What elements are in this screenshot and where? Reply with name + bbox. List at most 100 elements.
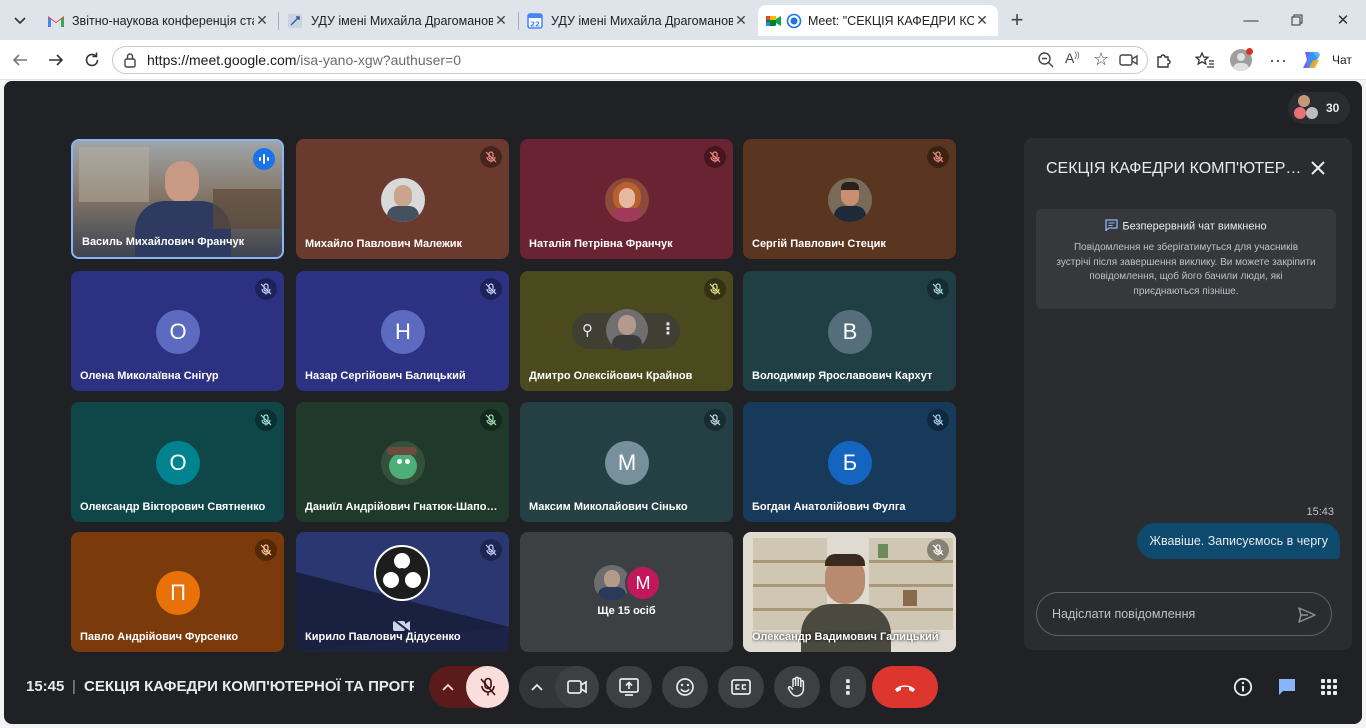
chevron-up-icon	[531, 683, 543, 691]
camera-toggle-button[interactable]	[555, 666, 599, 708]
mic-off-icon	[479, 677, 496, 696]
mic-off-icon	[480, 146, 502, 168]
chat-bubble-icon	[1105, 219, 1119, 234]
chat-panel-title: СЕКЦІЯ КАФЕДРИ КОМП'ЮТЕР…	[1046, 160, 1302, 177]
tab-list-button[interactable]	[8, 8, 32, 32]
more-vertical-icon[interactable]: ⋮	[660, 319, 676, 339]
chat-message-bubble[interactable]: Жвавіше. Записуємось в чергу	[1137, 523, 1340, 559]
refresh-icon	[85, 52, 99, 67]
participant-tile[interactable]: Б Богдан Анатолійович Фулга	[743, 402, 956, 522]
send-icon[interactable]	[1297, 605, 1317, 630]
close-icon[interactable]: ✕	[493, 12, 509, 29]
more-participants-tile[interactable]: М Ще 15 осіб	[520, 532, 733, 652]
meet-icon	[766, 13, 782, 29]
participant-tile[interactable]: В Володимир Ярославович Кархут	[743, 271, 956, 391]
participant-avatar-photo	[605, 178, 649, 222]
address-bar[interactable]: https://meet.google.com/isa-yano-xgw?aut…	[112, 46, 1148, 74]
favorites-button[interactable]	[1193, 48, 1217, 72]
audio-options-button[interactable]	[429, 666, 467, 708]
minimize-button[interactable]: —	[1228, 0, 1274, 40]
close-icon[interactable]: ✕	[974, 12, 990, 29]
browser-tab-strip: Звітно-наукова конференція ста ✕ УДУ іме…	[0, 0, 1366, 40]
camera-in-use-icon[interactable]	[1119, 51, 1139, 72]
copilot-button[interactable]: Чат	[1300, 46, 1360, 74]
tab-0[interactable]: Звітно-наукова конференція ста ✕	[40, 5, 278, 36]
participant-tile[interactable]: Михайло Павлович Малежик	[296, 139, 509, 259]
chat-input[interactable]: Надіслати повідомлення	[1036, 592, 1332, 636]
mute-microphone-button[interactable]	[466, 666, 509, 708]
participant-tile[interactable]: П Павло Андрійович Фурсенко	[71, 532, 284, 652]
tab-title: Meet: "СЕКЦІЯ КАФЕДРИ КОМ	[808, 13, 974, 28]
favorites-list-icon	[1195, 51, 1214, 68]
participant-initial: Н	[381, 310, 425, 354]
participant-name: Михайло Павлович Малежик	[305, 238, 463, 250]
participant-name: Кирило Павлович Дідусенко	[305, 631, 461, 643]
present-screen-button[interactable]	[606, 666, 652, 708]
leave-call-button[interactable]	[872, 666, 938, 708]
participant-tile[interactable]: О Олена Миколаївна Снігур	[71, 271, 284, 391]
extensions-button[interactable]	[1152, 48, 1176, 72]
participant-tile[interactable]: Сергій Павлович Стецик	[743, 139, 956, 259]
puzzle-icon	[1157, 54, 1171, 68]
chat-button[interactable]	[1274, 674, 1300, 700]
participant-name: Максим Миколайович Сінько	[529, 501, 688, 513]
chevron-down-icon	[14, 17, 26, 25]
participant-tile[interactable]: ⚲ ⋮ Дмитро Олексійович Крайнов	[520, 271, 733, 391]
raise-hand-button[interactable]	[774, 666, 820, 708]
meeting-details-button[interactable]	[1230, 674, 1256, 700]
calendar-icon: 22	[527, 12, 543, 29]
more-options-button[interactable]: ⋮	[830, 666, 866, 708]
lock-icon[interactable]	[123, 52, 137, 68]
profile-button[interactable]	[1229, 48, 1253, 72]
pin-icon[interactable]: ⚲	[582, 321, 593, 339]
activities-button[interactable]	[1316, 674, 1342, 700]
participant-tile[interactable]: Даниїл Андрійович Гнатюк-Шапо…	[296, 402, 509, 522]
participant-tile[interactable]: Н Назар Сергійович Балицький	[296, 271, 509, 391]
mic-off-icon	[480, 278, 502, 300]
maximize-button[interactable]	[1274, 0, 1320, 40]
participant-name: Олександр Вадимович Галицький	[752, 631, 939, 643]
video-options-button[interactable]	[519, 666, 555, 708]
mic-off-icon	[927, 278, 949, 300]
participant-tile[interactable]: Кирило Павлович Дідусенко	[296, 532, 509, 652]
tab-3-active[interactable]: Meet: "СЕКЦІЯ КАФЕДРИ КОМ ✕	[758, 5, 998, 36]
refresh-button[interactable]	[80, 48, 104, 72]
plus-icon: +	[1010, 7, 1024, 32]
read-aloud-icon[interactable]: A))	[1065, 50, 1080, 66]
close-icon[interactable]: ✕	[733, 12, 749, 29]
close-window-button[interactable]: ✕	[1320, 0, 1366, 40]
tab-title: Звітно-наукова конференція ста	[72, 13, 254, 28]
participant-tile[interactable]: М Максим Миколайович Сінько	[520, 402, 733, 522]
tab-1[interactable]: УДУ імені Михайла Драгоманова ✕	[279, 5, 517, 36]
close-chat-button[interactable]	[1304, 154, 1332, 182]
tab-2[interactable]: 22 УДУ імені Михайла Драгоманова ✕	[519, 5, 757, 36]
new-tab-button[interactable]: +	[1005, 7, 1029, 32]
chat-input-placeholder: Надіслати повідомлення	[1052, 607, 1196, 621]
participant-tile[interactable]: Наталія Петрівна Франчук	[520, 139, 733, 259]
zoom-icon[interactable]	[1037, 51, 1055, 72]
participant-initial: О	[156, 441, 200, 485]
captions-button[interactable]	[718, 666, 764, 708]
chat-notice-body: Повідомлення не зберігатимуться для учас…	[1056, 242, 1316, 297]
participant-name: Володимир Ярославович Кархут	[752, 370, 933, 382]
participant-name: Василь Михайлович Франчук	[82, 236, 245, 248]
participant-tile[interactable]: Василь Михайлович Франчук	[71, 139, 284, 259]
close-icon[interactable]: ✕	[254, 12, 270, 29]
reactions-button[interactable]	[662, 666, 708, 708]
mic-off-icon	[927, 146, 949, 168]
settings-menu-button[interactable]: ···	[1266, 48, 1290, 72]
tab-title: УДУ імені Михайла Драгоманова	[551, 13, 733, 28]
favorite-star-icon[interactable]: ☆	[1093, 49, 1109, 70]
participant-tile[interactable]: О Олександр Вікторович Святненко	[71, 402, 284, 522]
info-icon	[1233, 677, 1253, 697]
participants-count-button[interactable]: 30	[1288, 92, 1350, 124]
mic-off-icon	[255, 539, 277, 561]
participant-tile[interactable]: Олександр Вадимович Галицький	[743, 532, 956, 652]
participant-name: Олена Миколаївна Снігур	[80, 370, 219, 382]
microphone-control-group	[429, 666, 509, 708]
copilot-label: Чат	[1332, 53, 1352, 67]
svg-text:22: 22	[530, 20, 540, 28]
forward-button[interactable]	[44, 48, 68, 72]
apps-grid-icon	[1321, 679, 1337, 695]
back-button[interactable]	[8, 48, 32, 72]
